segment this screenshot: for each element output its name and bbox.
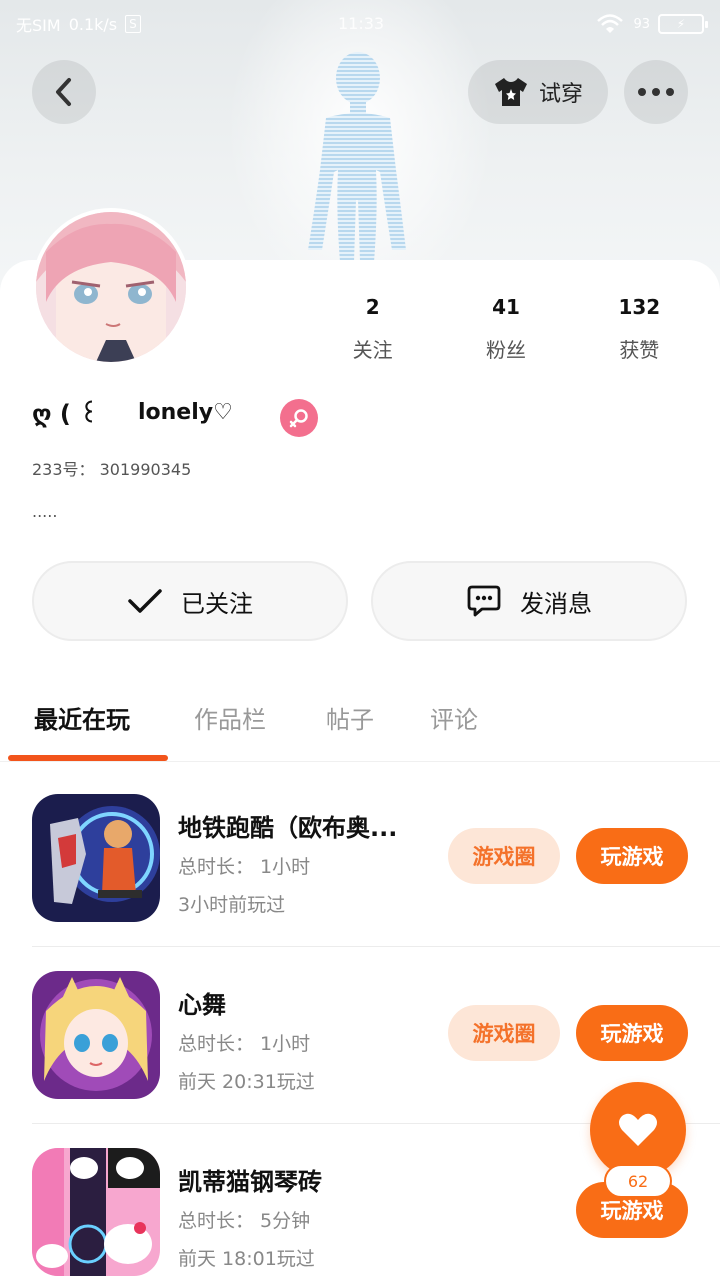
stat-value: 41 — [492, 295, 520, 319]
profile-tabs: 最近在玩 作品栏 帖子 评论 — [0, 690, 720, 762]
back-button[interactable] — [32, 60, 96, 124]
check-icon — [128, 589, 162, 613]
chevron-left-icon — [56, 78, 71, 106]
heart-icon — [619, 1113, 657, 1146]
avatar-mannequin-figure — [308, 52, 406, 262]
game-circle-button[interactable]: 游戏圈 — [448, 828, 560, 884]
play-game-button[interactable]: 玩游戏 — [576, 1005, 688, 1061]
battery-icon: ⚡ — [658, 14, 708, 34]
active-tab-indicator — [8, 755, 168, 761]
nickname-prefix: ღ ( ꒰ — [32, 400, 98, 428]
like-count-badge: 62 — [604, 1164, 672, 1198]
stat-followers[interactable]: 41 粉丝 — [439, 292, 572, 363]
game-icon[interactable] — [32, 794, 160, 922]
more-options-button[interactable] — [624, 60, 688, 124]
stat-value: 2 — [365, 295, 380, 319]
tab-posts[interactable]: 帖子 — [326, 700, 374, 735]
more-dots-icon — [638, 88, 674, 96]
send-message-label: 发消息 — [520, 589, 592, 618]
stat-value: 132 — [618, 295, 661, 319]
stat-likes[interactable]: 132 获赞 — [573, 292, 706, 363]
clock: 11:33 — [338, 14, 385, 33]
wifi-icon — [597, 14, 624, 33]
nickname-text: lonely♡ — [137, 399, 233, 425]
game-duration: 总时长： 1小时 — [178, 1033, 311, 1055]
battery-percent: 93 — [633, 16, 650, 32]
game-icon[interactable] — [32, 971, 160, 1099]
game-name: 地铁跑酷（欧布奥... — [178, 814, 398, 842]
game-last-played: 前天 20:31玩过 — [178, 1071, 315, 1093]
tab-works[interactable]: 作品栏 — [194, 700, 266, 735]
play-game-button[interactable]: 玩游戏 — [576, 828, 688, 884]
user-avatar[interactable] — [32, 208, 190, 366]
game-duration: 总时长： 1小时 — [178, 856, 311, 878]
tab-recently-played[interactable]: 最近在玩 — [34, 700, 130, 735]
stats-row: 2 关注 41 粉丝 132 获赞 — [306, 292, 706, 363]
game-circle-button[interactable]: 游戏圈 — [448, 1005, 560, 1061]
stat-following[interactable]: 2 关注 — [306, 292, 439, 363]
followed-button[interactable]: 已关注 — [32, 561, 348, 641]
user-id: 233号： 301990345 — [32, 460, 192, 479]
followed-label: 已关注 — [181, 589, 253, 618]
network-speed: 0.1k/s — [68, 14, 118, 34]
try-on-label: 试穿 — [538, 82, 583, 107]
stat-label: 获赞 — [619, 338, 660, 362]
game-name: 凯蒂猫钢琴砖 — [178, 1168, 322, 1196]
stat-label: 粉丝 — [485, 338, 526, 362]
tshirt-icon — [494, 78, 527, 106]
game-icon[interactable] — [32, 1148, 160, 1276]
game-name: 心舞 — [178, 991, 226, 1019]
game-last-played: 前天 18:01玩过 — [178, 1248, 315, 1270]
chat-bubble-icon — [467, 585, 501, 617]
stat-label: 关注 — [352, 338, 393, 362]
avatar-image — [36, 212, 186, 362]
tab-comments[interactable]: 评论 — [430, 700, 478, 735]
female-icon — [280, 399, 318, 437]
carrier-text: 无SIM — [16, 16, 61, 35]
game-duration: 总时长： 5分钟 — [178, 1210, 311, 1232]
sim-icon: S — [125, 15, 141, 33]
user-nickname: ღ ( ꒰ lonely♡ — [32, 396, 233, 429]
game-item[interactable]: 地铁跑酷（欧布奥... 总时长： 1小时 3小时前玩过 游戏圈 玩游戏 — [0, 766, 720, 942]
try-on-button[interactable]: 试穿 — [468, 60, 608, 124]
user-bio: ..... — [32, 502, 58, 521]
send-message-button[interactable]: 发消息 — [371, 561, 687, 641]
game-last-played: 3小时前玩过 — [178, 894, 286, 916]
